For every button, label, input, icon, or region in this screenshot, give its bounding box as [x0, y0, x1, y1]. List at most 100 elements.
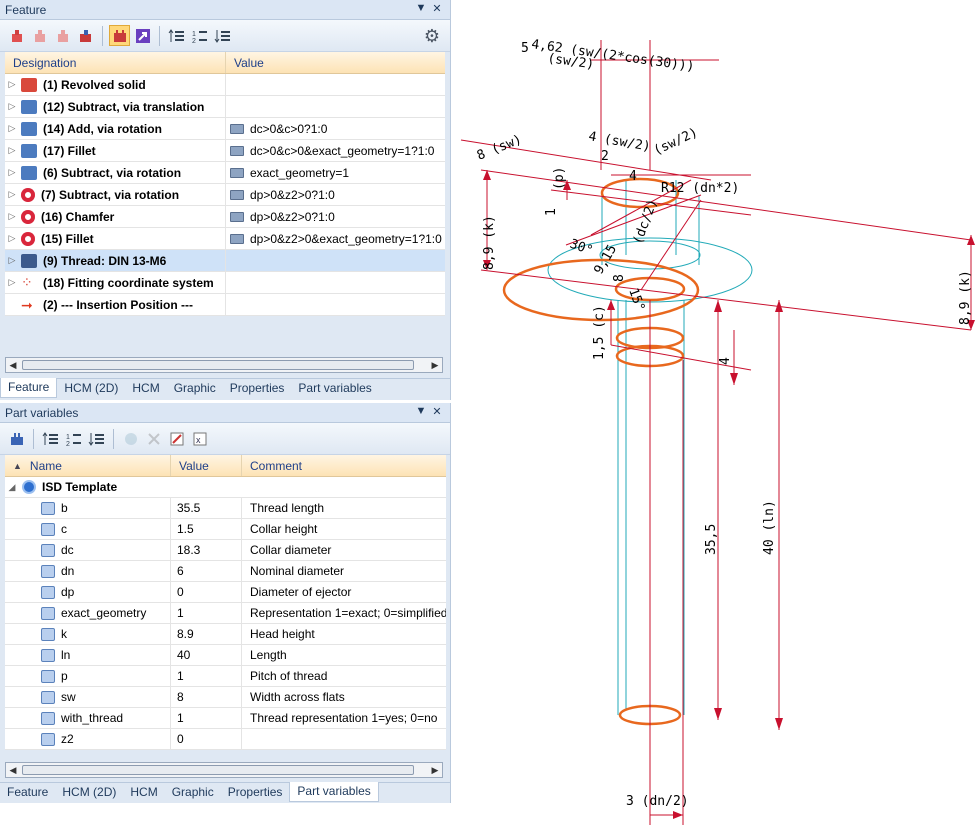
variable-row[interactable]: c 1.5 Collar height: [5, 519, 446, 540]
tab-part-variables[interactable]: Part variables: [289, 782, 379, 802]
list-num-icon[interactable]: 12: [189, 25, 210, 46]
feature-row[interactable]: ▷ (9) Thread: DIN 13-M6: [5, 250, 445, 272]
variable-value-cell[interactable]: 18.3: [171, 540, 242, 560]
feature-row[interactable]: ▷ (1) Revolved solid: [5, 74, 445, 96]
feature-tool-3-icon[interactable]: [52, 25, 73, 46]
variable-row[interactable]: with_thread 1 Thread representation 1=yes;…: [5, 708, 446, 729]
variable-row[interactable]: ln 40 Length: [5, 645, 446, 666]
variable-tool-icon[interactable]: [6, 428, 27, 449]
edit-variable-icon[interactable]: [166, 428, 187, 449]
feature-value-cell[interactable]: [226, 96, 445, 117]
variable-comment-cell[interactable]: Thread representation 1=yes; 0=no: [242, 708, 446, 728]
designation-column-header[interactable]: Designation: [5, 52, 226, 73]
feature-tool-2-icon[interactable]: [29, 25, 50, 46]
list-up-icon[interactable]: [40, 428, 61, 449]
scroll-left-icon[interactable]: ◀: [6, 358, 20, 372]
close-icon[interactable]: ✕: [430, 405, 444, 418]
tab-graphic[interactable]: Graphic: [165, 783, 221, 802]
feature-value-cell[interactable]: dc>0&c>0&exact_geometry=1?1:0: [226, 140, 445, 161]
scroll-left-icon[interactable]: ◀: [6, 763, 20, 777]
feature-value-cell[interactable]: [226, 294, 445, 315]
variable-value-cell[interactable]: 1.5: [171, 519, 242, 539]
feature-row[interactable]: ▷ (17) Fillet dc>0&c>0&exact_geometry=1?1:…: [5, 140, 445, 162]
variable-row[interactable]: exact_geometry 1 Representation 1=exact; 0…: [5, 603, 446, 624]
expand-icon[interactable]: ▷: [5, 101, 19, 112]
expand-icon[interactable]: ▷: [5, 167, 19, 178]
tab-graphic[interactable]: Graphic: [167, 379, 223, 398]
collapse-icon[interactable]: ◢: [5, 482, 19, 493]
expand-icon[interactable]: ▷: [5, 145, 19, 156]
variable-row[interactable]: z2 0: [5, 729, 446, 750]
feature-value-cell[interactable]: dc>0&c>0?1:0: [226, 118, 445, 139]
3d-part-drawing[interactable]: 5 4,62 (sw/(2*cos(30))) (sw/2) 8 (sw) 4 …: [451, 0, 976, 825]
variable-comment-cell[interactable]: [242, 729, 446, 749]
expand-icon[interactable]: ▷: [5, 123, 19, 134]
feature-value-cell[interactable]: [226, 74, 445, 95]
scroll-right-icon[interactable]: ▶: [428, 763, 442, 777]
expand-icon[interactable]: ▷: [5, 211, 19, 222]
pin-icon[interactable]: ▼: [414, 405, 428, 417]
feature-value-cell[interactable]: dp>0&z2>0&exact_geometry=1?1:0: [226, 228, 445, 249]
variable-group-row[interactable]: ◢ ISD Template: [5, 477, 446, 498]
variable-comment-cell[interactable]: Pitch of thread: [242, 666, 446, 686]
feature-row[interactable]: ▷ (7) Subtract, via rotation dp>0&z2>0?1:0: [5, 184, 445, 206]
feature-row[interactable]: ▷ (6) Subtract, via rotation exact_geometr…: [5, 162, 445, 184]
value-column-header[interactable]: Value: [226, 52, 445, 73]
feature-tool-4-icon[interactable]: [75, 25, 96, 46]
variable-row[interactable]: k 8.9 Head height: [5, 624, 446, 645]
tab-properties[interactable]: Properties: [223, 379, 292, 398]
name-column-header[interactable]: ▲ Name: [5, 455, 171, 476]
feature-row[interactable]: ▷ (15) Fillet dp>0&z2>0&exact_geometry=1?1…: [5, 228, 445, 250]
feature-row[interactable]: ➞ (2) --- Insertion Position ---: [5, 294, 445, 316]
comment-column-header[interactable]: Comment: [242, 455, 446, 476]
variable-comment-cell[interactable]: Diameter of ejector: [242, 582, 446, 602]
list-up-icon[interactable]: [166, 25, 187, 46]
feature-row[interactable]: ▷ (16) Chamfer dp>0&z2>0?1:0: [5, 206, 445, 228]
variable-value-cell[interactable]: 0: [171, 582, 242, 602]
variable-value-cell[interactable]: 8.9: [171, 624, 242, 644]
expand-icon[interactable]: ▷: [5, 233, 19, 244]
tab-feature[interactable]: Feature: [0, 378, 58, 398]
arrow-tool-icon[interactable]: [132, 25, 153, 46]
variable-value-cell[interactable]: 0: [171, 729, 242, 749]
scroll-thumb[interactable]: [22, 765, 414, 775]
feature-value-cell[interactable]: [226, 272, 445, 293]
list-down-icon[interactable]: [212, 25, 233, 46]
variable-row[interactable]: dc 18.3 Collar diameter: [5, 540, 446, 561]
scroll-right-icon[interactable]: ▶: [428, 358, 442, 372]
variable-comment-cell[interactable]: Length: [242, 645, 446, 665]
list-num-icon[interactable]: 12: [63, 428, 84, 449]
variable-comment-cell[interactable]: Collar diameter: [242, 540, 446, 560]
tab-hcm-2d[interactable]: HCM (2D): [55, 783, 123, 802]
tab-hcm[interactable]: HCM: [125, 379, 166, 398]
value-column-header[interactable]: Value: [171, 455, 242, 476]
variable-row[interactable]: sw 8 Width across flats: [5, 687, 446, 708]
variable-value-cell[interactable]: 1: [171, 603, 242, 623]
variable-value-cell[interactable]: 6: [171, 561, 242, 581]
variable-row[interactable]: p 1 Pitch of thread: [5, 666, 446, 687]
feature-value-cell[interactable]: dp>0&z2>0?1:0: [226, 184, 445, 205]
feature-value-cell[interactable]: exact_geometry=1: [226, 162, 445, 183]
tab-feature[interactable]: Feature: [0, 783, 55, 802]
expand-icon[interactable]: ▷: [5, 277, 19, 288]
variable-value-cell[interactable]: 40: [171, 645, 242, 665]
variable-value-cell[interactable]: 1: [171, 666, 242, 686]
feature-hscrollbar[interactable]: ◀ ▶: [5, 357, 443, 373]
variable-row[interactable]: dn 6 Nominal diameter: [5, 561, 446, 582]
variable-comment-cell[interactable]: Representation 1=exact; 0=simplified: [242, 603, 446, 623]
feature-value-cell[interactable]: dp>0&z2>0?1:0: [226, 206, 445, 227]
check-icon[interactable]: [120, 428, 141, 449]
variables-hscrollbar[interactable]: ◀ ▶: [5, 762, 443, 778]
expand-icon[interactable]: ▷: [5, 255, 19, 266]
variable-comment-cell[interactable]: Thread length: [242, 498, 446, 518]
variable-comment-cell[interactable]: Nominal diameter: [242, 561, 446, 581]
tab-hcm[interactable]: HCM: [123, 783, 164, 802]
variable-value-cell[interactable]: 35.5: [171, 498, 242, 518]
feature-row[interactable]: ▷ ⁘ (18) Fitting coordinate system: [5, 272, 445, 294]
feature-row[interactable]: ▷ (14) Add, via rotation dc>0&c>0?1:0: [5, 118, 445, 140]
list-down-icon[interactable]: [86, 428, 107, 449]
variable-row[interactable]: dp 0 Diameter of ejector: [5, 582, 446, 603]
expand-icon[interactable]: ▷: [5, 189, 19, 200]
pin-icon[interactable]: ▼: [414, 2, 428, 14]
gear-icon[interactable]: ⚙: [424, 26, 440, 47]
